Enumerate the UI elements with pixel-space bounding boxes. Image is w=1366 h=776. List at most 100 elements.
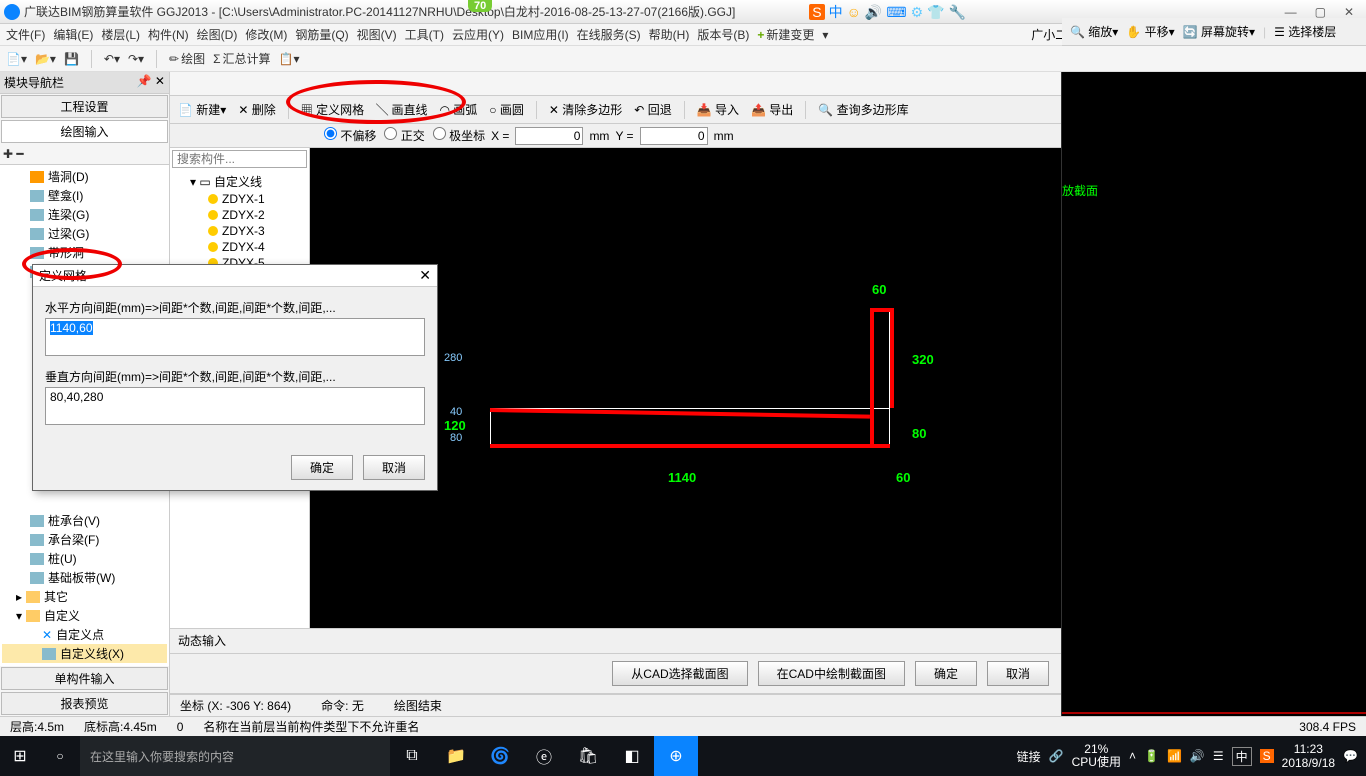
new-change-button[interactable]: 新建变更: [757, 26, 814, 43]
left-icon-bar[interactable]: ✚ ━: [0, 144, 169, 165]
vertical-input[interactable]: 80,40,280: [45, 387, 425, 425]
menu-tools[interactable]: 工具(T): [405, 26, 444, 43]
dialog-close-button[interactable]: ✕: [419, 267, 431, 284]
sogou-toolbar[interactable]: S 中 ☺🔊⌨⚙👕🔧: [809, 2, 966, 22]
zoom-button[interactable]: 🔍 缩放▾: [1070, 23, 1118, 40]
maximize-button[interactable]: ▢: [1315, 5, 1326, 19]
edge-icon[interactable]: ⓔ: [522, 736, 566, 776]
menu-component[interactable]: 构件(N): [148, 26, 189, 43]
more-button[interactable]: 📋▾: [279, 52, 300, 66]
tree-capbeam[interactable]: 承台梁(F): [2, 530, 167, 549]
new-file-button[interactable]: 📄▾: [6, 52, 27, 66]
tree-niche[interactable]: 壁龛(I): [2, 186, 167, 205]
search-input[interactable]: [172, 150, 307, 168]
folder-icon[interactable]: 📁: [434, 736, 478, 776]
start-button[interactable]: ⊞: [0, 746, 40, 766]
tree-pile[interactable]: 桩(U): [2, 549, 167, 568]
menu-modify[interactable]: 修改(M): [245, 26, 287, 43]
tray-wifi[interactable]: 📶: [1167, 749, 1182, 763]
pan-button[interactable]: ✋ 平移▾: [1126, 23, 1174, 40]
tree-wallhole[interactable]: 墙洞(D): [2, 167, 167, 186]
menu-view[interactable]: 视图(V): [357, 26, 397, 43]
draw-circle-button[interactable]: ○ 画圆: [489, 101, 524, 118]
taskbar-search[interactable]: 在这里输入你要搜索的内容: [80, 736, 390, 776]
cad-draw-button[interactable]: 在CAD中绘制截面图: [758, 661, 905, 686]
tab-draw-input[interactable]: 绘图输入: [1, 120, 168, 143]
minimize-button[interactable]: —: [1285, 5, 1297, 19]
sum-button[interactable]: Σ 汇总计算: [213, 50, 270, 67]
import-button[interactable]: 📥 导入: [697, 101, 739, 118]
radio-polar[interactable]: 极坐标: [433, 127, 485, 144]
menu-floor[interactable]: 楼层(L): [101, 26, 140, 43]
save-button[interactable]: 💾: [64, 52, 79, 66]
menu-cloud[interactable]: 云应用(Y): [452, 26, 504, 43]
tree-striphole[interactable]: 带形洞: [2, 243, 167, 262]
open-file-button[interactable]: 📂▾: [35, 52, 56, 66]
tree-root[interactable]: ▾ ▭ 自定义线: [172, 172, 307, 191]
tray-notifications[interactable]: 💬: [1343, 749, 1358, 763]
tree-zdyx1[interactable]: ZDYX-1: [172, 191, 307, 207]
tray-chevron[interactable]: ˄: [1129, 749, 1136, 763]
tree-pilecap[interactable]: 桩承台(V): [2, 511, 167, 530]
menu-bim[interactable]: BIM应用(I): [512, 26, 569, 43]
task-view-icon[interactable]: ⧉: [390, 736, 434, 776]
select-floor-button[interactable]: ☰ 选择楼层: [1274, 23, 1336, 40]
tree-customline[interactable]: 自定义线(X): [2, 644, 167, 663]
y-input[interactable]: [640, 127, 708, 145]
tree-zdyx2[interactable]: ZDYX-2: [172, 207, 307, 223]
dialog-cancel-button[interactable]: 取消: [363, 455, 425, 480]
tab-project-settings[interactable]: 工程设置: [1, 95, 168, 118]
clear-polygon-button[interactable]: ✕ 清除多边形: [549, 101, 622, 118]
tab-single-input[interactable]: 单构件输入: [1, 667, 168, 690]
tab-report[interactable]: 报表预览: [1, 692, 168, 715]
radio-nooffset[interactable]: 不偏移: [324, 127, 376, 144]
tree-custompoint[interactable]: ✕自定义点: [2, 625, 167, 644]
horizontal-input[interactable]: 1140,60: [45, 318, 425, 356]
dialog-ok-button[interactable]: 确定: [291, 455, 353, 480]
cad-select-button[interactable]: 从CAD选择截面图: [612, 661, 747, 686]
app-icon-2[interactable]: ◧: [610, 736, 654, 776]
undo-draw-button[interactable]: ↶ 回退: [634, 101, 671, 118]
query-polygon-button[interactable]: 🔍 查询多边形库: [818, 101, 908, 118]
floor-selector[interactable]: [170, 72, 1061, 96]
redo-button[interactable]: ↷▾: [128, 52, 144, 66]
tray-sound[interactable]: 🔊: [1190, 749, 1205, 763]
tree-zdyx3[interactable]: ZDYX-3: [172, 223, 307, 239]
draw-button[interactable]: ✏ 绘图: [169, 50, 205, 67]
tray-sync-icon[interactable]: 🔗: [1049, 749, 1064, 763]
draw-line-button[interactable]: ╲ 画直线: [376, 101, 427, 118]
menu-rebar[interactable]: 钢筋量(Q): [295, 26, 348, 43]
cortana-icon[interactable]: ○: [40, 749, 80, 763]
undo-button[interactable]: ↶▾: [104, 52, 120, 66]
tree-beam[interactable]: 过梁(G): [2, 224, 167, 243]
tray-ime[interactable]: 中: [1232, 747, 1252, 766]
tray-sogou[interactable]: S: [1260, 749, 1274, 763]
tray-clock[interactable]: 11:23 2018/9/18: [1282, 742, 1335, 771]
x-input[interactable]: [515, 127, 583, 145]
menu-online[interactable]: 在线服务(S): [577, 26, 641, 43]
menu-edit[interactable]: 编辑(E): [53, 26, 93, 43]
tree-other[interactable]: ▸ 其它: [2, 587, 167, 606]
export-button[interactable]: 📤 导出: [751, 101, 793, 118]
pin-icon[interactable]: 📌 ✕: [137, 74, 165, 91]
radio-ortho[interactable]: 正交: [384, 127, 424, 144]
menu-draw[interactable]: 绘图(D): [197, 26, 238, 43]
tree-custom[interactable]: ▾ 自定义: [2, 606, 167, 625]
tray-battery[interactable]: 🔋: [1144, 749, 1159, 763]
tree-foundband[interactable]: 基础板带(W): [2, 568, 167, 587]
menu-help[interactable]: 帮助(H): [649, 26, 690, 43]
dynamic-input-bar[interactable]: 动态输入: [170, 628, 1061, 654]
tray-lang[interactable]: ☰: [1213, 749, 1224, 763]
new-component-button[interactable]: 📄 新建▾: [178, 101, 226, 118]
ime-cn[interactable]: 中: [829, 2, 843, 22]
app-icon-1[interactable]: 🌀: [478, 736, 522, 776]
menu-version[interactable]: 版本号(B): [697, 26, 749, 43]
ok-button[interactable]: 确定: [915, 661, 977, 686]
close-button[interactable]: ✕: [1344, 5, 1354, 19]
draw-arc-button[interactable]: ◠ 画弧: [439, 101, 477, 118]
menu-file[interactable]: 文件(F): [6, 26, 45, 43]
tree-zdyx4[interactable]: ZDYX-4: [172, 239, 307, 255]
cancel-button[interactable]: 取消: [987, 661, 1049, 686]
store-icon[interactable]: 🛍: [566, 736, 610, 776]
tree-lintel[interactable]: 连梁(G): [2, 205, 167, 224]
